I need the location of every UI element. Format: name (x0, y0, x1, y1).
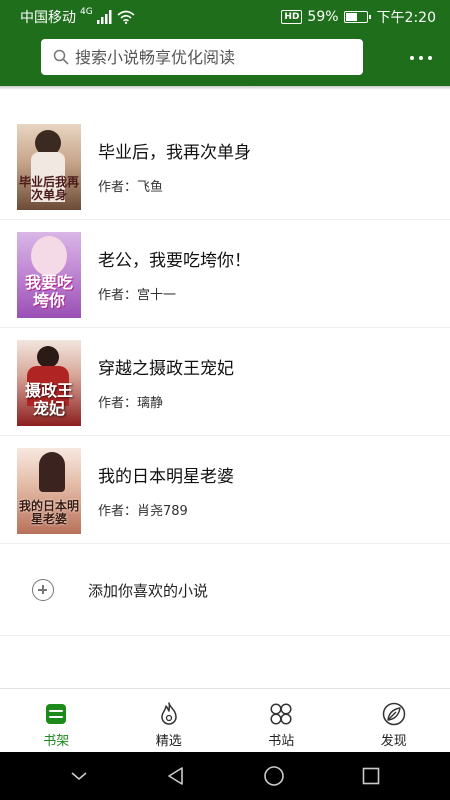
bookshelf-icon (46, 704, 67, 724)
flame-icon (161, 702, 177, 725)
more-dot (428, 56, 432, 60)
back-triangle-icon (168, 767, 184, 785)
book-cover[interactable]: 毕业后我再次单身 (17, 124, 81, 210)
cover-figure (31, 236, 67, 276)
status-left: 中国移动 4G (20, 7, 135, 27)
book-list: 毕业后我再次单身 毕业后，我再次单身 作者： 飞鱼 我要吃垮你 老公，我要吃垮你！… (0, 112, 450, 544)
book-author: 作者： 飞鱼 (98, 176, 163, 195)
battery-icon (343, 11, 371, 23)
author-name: 肖尧789 (137, 504, 188, 519)
author-name: 璃静 (137, 396, 164, 411)
app-bar (0, 32, 450, 86)
author-label: 作者： (98, 504, 138, 519)
cover-text: 我的日本明星老婆 (19, 499, 80, 526)
hd-badge: HD (281, 10, 303, 24)
book-author: 作者： 璃静 (98, 392, 163, 411)
book-author: 作者： 宫十一 (98, 284, 176, 303)
add-novel-row[interactable]: 添加你喜欢的小说 (0, 544, 450, 636)
bottom-tab-bar: 书架 精选 书站 发现 (0, 688, 450, 752)
recents-square-icon (362, 767, 380, 785)
cover-figure (37, 346, 59, 368)
grid-icon (270, 703, 292, 725)
status-right: HD 59% 下午2:20 (281, 7, 436, 27)
tab-book-site[interactable]: 书站 (225, 689, 338, 753)
collapse-button[interactable] (59, 756, 99, 796)
back-button[interactable] (156, 756, 196, 796)
tab-discover[interactable]: 发现 (338, 689, 450, 753)
book-title: 老公，我要吃垮你！ (98, 251, 251, 271)
tab-label: 书架 (43, 734, 70, 749)
more-dot (419, 56, 423, 60)
author-name: 飞鱼 (137, 180, 164, 195)
more-dot (410, 56, 414, 60)
author-name: 宫十一 (137, 288, 177, 303)
cover-text: 毕业后我再次单身 (19, 175, 80, 202)
home-button[interactable] (254, 756, 294, 796)
book-item[interactable]: 摄政王宠妃 穿越之摄政王宠妃 作者： 璃静 (0, 328, 450, 436)
book-cover[interactable]: 我要吃垮你 (17, 232, 81, 318)
chevron-down-icon (71, 772, 87, 781)
author-label: 作者： (98, 396, 138, 411)
battery-percent: 59% (307, 9, 339, 25)
battery-fill (345, 13, 357, 21)
book-item[interactable]: 我的日本明星老婆 我的日本明星老婆 作者： 肖尧789 (0, 436, 450, 544)
status-bar: 中国移动 4G HD 59% 下午2:20 (0, 0, 450, 32)
search-input[interactable] (75, 47, 345, 67)
tab-label: 精选 (155, 734, 182, 749)
search-box[interactable] (41, 39, 363, 75)
more-menu-button[interactable] (406, 46, 436, 70)
leaf-icon (382, 702, 405, 726)
book-cover[interactable]: 我的日本明星老婆 (17, 448, 81, 534)
cover-figure (39, 452, 65, 492)
search-icon (53, 49, 69, 65)
book-author: 作者： 肖尧789 (98, 500, 188, 519)
recents-button[interactable] (351, 756, 391, 796)
tab-label: 书站 (268, 734, 295, 749)
clock: 下午2:20 (376, 10, 436, 26)
book-item[interactable]: 毕业后我再次单身 毕业后，我再次单身 作者： 飞鱼 (0, 112, 450, 220)
appbar-shadow (0, 86, 450, 90)
tab-featured[interactable]: 精选 (113, 689, 226, 753)
cover-text: 我要吃垮你 (24, 273, 73, 310)
book-item[interactable]: 我要吃垮你 老公，我要吃垮你！ 作者： 宫十一 (0, 220, 450, 328)
signal-icon (96, 10, 112, 24)
book-title: 穿越之摄政王宠妃 (98, 359, 234, 379)
system-nav-bar (0, 752, 450, 800)
tab-bookshelf[interactable]: 书架 (0, 689, 113, 753)
author-label: 作者： (98, 180, 138, 195)
carrier-label: 中国移动 (20, 10, 76, 26)
home-circle-icon (263, 766, 284, 786)
wifi-icon (117, 10, 135, 24)
cover-text: 摄政王宠妃 (24, 381, 73, 418)
book-title: 毕业后，我再次单身 (98, 143, 251, 163)
add-novel-label: 添加你喜欢的小说 (88, 582, 209, 600)
signal-type: 4G (80, 7, 93, 17)
author-label: 作者： (98, 288, 138, 303)
book-cover[interactable]: 摄政王宠妃 (17, 340, 81, 426)
book-title: 我的日本明星老婆 (98, 467, 234, 487)
plus-circle-icon (32, 579, 54, 601)
tab-label: 发现 (380, 734, 407, 749)
